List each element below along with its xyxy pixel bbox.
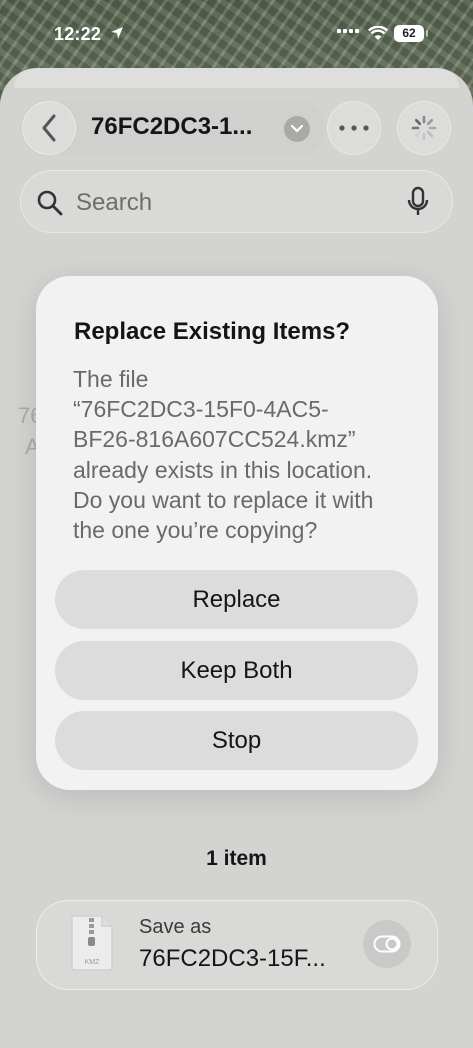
replace-button[interactable]: Replace [55, 570, 418, 629]
spinner-icon [411, 115, 437, 141]
chevron-down-icon [291, 125, 303, 133]
save-options-button[interactable] [363, 920, 411, 968]
microphone-icon[interactable] [406, 186, 430, 218]
more-options-button[interactable] [327, 101, 381, 155]
status-bar: 12:22 62 [0, 0, 473, 70]
title-menu-button[interactable] [284, 116, 310, 142]
stop-button[interactable]: Stop [55, 711, 418, 770]
status-time: 12:22 [54, 24, 102, 44]
folder-title[interactable]: 76FC2DC3-1... [91, 113, 281, 141]
sheet-edge [14, 68, 459, 88]
replace-items-dialog: Replace Existing Items? The file “76FC2D… [36, 276, 438, 790]
wifi-icon [367, 25, 389, 46]
keep-both-button[interactable]: Keep Both [55, 641, 418, 700]
save-as-label: Save as [139, 916, 212, 938]
dialog-message: The file “76FC2DC3-15F0-4AC5- BF26-816A6… [73, 366, 374, 544]
save-as-bar[interactable]: KMZ Save as 76FC2DC3-15F... [36, 900, 438, 990]
dialog-title: Replace Existing Items? [74, 318, 351, 345]
search-input[interactable]: Search [76, 189, 152, 217]
toggle-icon [373, 935, 401, 953]
item-count: 1 item [206, 847, 267, 870]
activity-button[interactable] [397, 101, 451, 155]
chevron-left-icon [42, 114, 56, 142]
search-icon [37, 190, 63, 216]
search-bar[interactable]: Search [20, 170, 453, 233]
ellipsis-icon [339, 125, 369, 131]
cellular-signal-icon [337, 29, 359, 33]
location-arrow-icon [110, 26, 124, 45]
back-button[interactable] [22, 101, 76, 155]
zip-file-icon: KMZ [71, 915, 113, 971]
save-file-name[interactable]: 76FC2DC3-15F... [139, 945, 349, 973]
battery-indicator: 62 [394, 25, 428, 42]
file-type-label: KMZ [85, 959, 101, 966]
